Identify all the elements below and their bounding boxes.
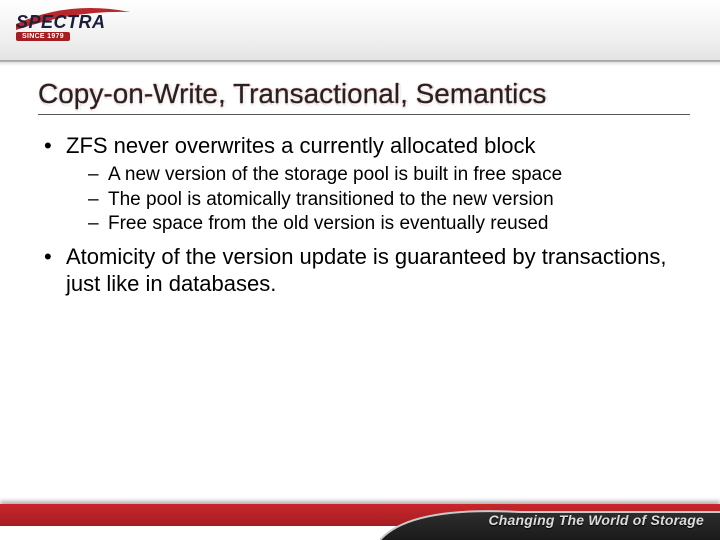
bullet-text: ZFS never overwrites a currently allocat…	[66, 133, 536, 158]
sub-list: A new version of the storage pool is bui…	[66, 163, 690, 236]
slide-header: SPECTRA SINCE 1979	[0, 0, 720, 62]
bullet-list: ZFS never overwrites a currently allocat…	[38, 133, 690, 297]
list-item: Free space from the old version is event…	[66, 212, 690, 236]
logo-text: SPECTRA	[16, 12, 106, 33]
list-item: The pool is atomically transitioned to t…	[66, 188, 690, 212]
footer-tagline: Changing The World of Storage	[488, 512, 704, 528]
spectra-logo: SPECTRA SINCE 1979	[14, 6, 134, 50]
slide-title: Copy-on-Write, Transactional, Semantics	[38, 78, 690, 115]
since-badge: SINCE 1979	[16, 32, 70, 41]
slide-footer: Changing The World of Storage	[0, 496, 720, 540]
bullet-text: Atomicity of the version update is guara…	[66, 244, 666, 295]
list-item: ZFS never overwrites a currently allocat…	[38, 133, 690, 236]
list-item: Atomicity of the version update is guara…	[38, 244, 690, 297]
slide-content: Copy-on-Write, Transactional, Semantics …	[0, 62, 720, 323]
list-item: A new version of the storage pool is bui…	[66, 163, 690, 187]
